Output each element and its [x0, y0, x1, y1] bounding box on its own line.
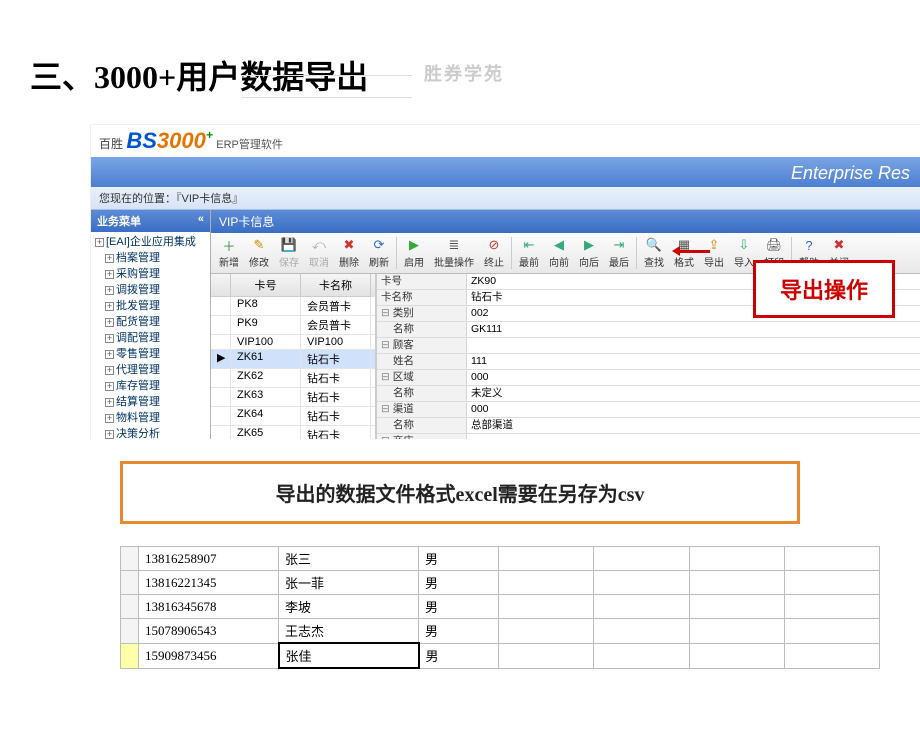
del-icon: ✖ [341, 237, 357, 253]
help-icon: ? [801, 237, 817, 253]
stop-button[interactable]: ⊘终止 [480, 235, 508, 271]
close-icon: ✖ [831, 237, 847, 253]
col-card-name[interactable]: 卡名称 [301, 274, 371, 297]
edit-icon: ✎ [251, 237, 267, 253]
content-title: VIP卡信息 [211, 210, 920, 233]
batch-icon: ≣ [446, 237, 462, 253]
table-row[interactable]: PK8会员普卡 [211, 297, 375, 316]
prev-icon: ◀ [551, 237, 567, 253]
note-box: 导出的数据文件格式excel需要在另存为csv [120, 461, 800, 524]
sidebar-item[interactable]: +配货管理 [93, 314, 210, 330]
sidebar-item[interactable]: +采购管理 [93, 266, 210, 282]
sidebar-item[interactable]: +库存管理 [93, 378, 210, 394]
sidebar-item[interactable]: +代理管理 [93, 362, 210, 378]
table-row[interactable]: PK9会员普卡 [211, 316, 375, 335]
property-row[interactable]: 名称未定义 [377, 386, 920, 402]
logo-prefix: 百胜 [99, 137, 123, 151]
logo-row: 百胜 BS3000+ ERP管理软件 [91, 125, 920, 157]
csv-row: 15909873456张佳男 [121, 643, 880, 668]
enable-button[interactable]: ▶启用 [400, 235, 428, 271]
property-row[interactable]: 渠道000 [377, 402, 920, 418]
sidebar-item[interactable]: +结算管理 [93, 394, 210, 410]
csv-row: 13816221345张一菲男 [121, 571, 880, 595]
col-card-no[interactable]: 卡号 [231, 274, 301, 297]
add-button[interactable]: ＋新增 [215, 235, 243, 271]
csv-row: 13816258907张三男 [121, 547, 880, 571]
sidebar-item[interactable]: +调配管理 [93, 330, 210, 346]
watermark-text: 胜券学苑 [230, 60, 690, 107]
stop-icon: ⊘ [486, 237, 502, 253]
add-icon: ＋ [221, 237, 237, 253]
property-row[interactable]: 名称总部渠道 [377, 418, 920, 434]
format-button[interactable]: ▦格式 [670, 235, 698, 271]
cancel-button: ⤺取消 [305, 235, 333, 271]
last-button[interactable]: ⇥最后 [605, 235, 633, 271]
table-row[interactable]: ZK63钻石卡 [211, 388, 375, 407]
sidebar-collapse-icon[interactable]: « [198, 213, 204, 229]
logo-subtitle: ERP管理软件 [216, 139, 283, 151]
sidebar-menu: +[EAI]企业应用集成+档案管理+采购管理+调拨管理+批发管理+配货管理+调配… [91, 232, 210, 439]
erp-screenshot: 百胜 BS3000+ ERP管理软件 Enterprise Res 您现在的位置… [90, 124, 920, 439]
import-icon: ⇩ [736, 237, 752, 253]
enterprise-text: Enterprise Res [791, 163, 910, 184]
first-icon: ⇤ [521, 237, 537, 253]
export-icon: ⇪ [706, 237, 722, 253]
table-row[interactable]: ZK62钻石卡 [211, 369, 375, 388]
enable-icon: ▶ [406, 237, 422, 253]
sidebar-item[interactable]: +[EAI]企业应用集成 [93, 234, 210, 250]
del-button[interactable]: ✖删除 [335, 235, 363, 271]
breadcrumb: 您现在的位置：『VIP卡信息』 [91, 187, 920, 210]
find-icon: 🔍 [646, 237, 662, 253]
table-row[interactable]: ZK65钻石卡 [211, 426, 375, 439]
next-icon: ▶ [581, 237, 597, 253]
last-icon: ⇥ [611, 237, 627, 253]
property-row[interactable]: 商店 [377, 434, 920, 439]
refresh-icon: ⟳ [371, 237, 387, 253]
batch-button[interactable]: ≣批量操作 [430, 235, 478, 271]
export-button[interactable]: ⇪导出 [700, 235, 728, 271]
sidebar-item[interactable]: +决策分析 [93, 426, 210, 439]
table-row[interactable]: VIP100VIP100 [211, 335, 375, 350]
sidebar-header[interactable]: 业务菜单 « [91, 210, 210, 232]
sidebar-item[interactable]: +物料管理 [93, 410, 210, 426]
logo-bs3000: BS3000+ [126, 137, 213, 151]
save-button: 💾保存 [275, 235, 303, 271]
first-button[interactable]: ⇤最前 [515, 235, 543, 271]
csv-row: 15078906543王志杰男 [121, 619, 880, 644]
cancel-icon: ⤺ [311, 237, 327, 253]
csv-preview-table: 13816258907张三男13816221345张一菲男13816345678… [120, 546, 880, 669]
save-icon: 💾 [281, 237, 297, 253]
sidebar-item[interactable]: +零售管理 [93, 346, 210, 362]
find-button[interactable]: 🔍查找 [640, 235, 668, 271]
format-icon: ▦ [676, 237, 692, 253]
table-row[interactable]: ▶ZK61钻石卡 [211, 350, 375, 369]
sidebar: 业务菜单 « +[EAI]企业应用集成+档案管理+采购管理+调拨管理+批发管理+… [91, 210, 211, 439]
prev-button[interactable]: ◀向前 [545, 235, 573, 271]
sidebar-item[interactable]: +档案管理 [93, 250, 210, 266]
csv-row: 13816345678李坡男 [121, 595, 880, 619]
print-icon: 🖨 [766, 237, 782, 253]
edit-button[interactable]: ✎修改 [245, 235, 273, 271]
next-button[interactable]: ▶向后 [575, 235, 603, 271]
sidebar-item[interactable]: +批发管理 [93, 298, 210, 314]
content-pane: VIP卡信息 ＋新增✎修改💾保存⤺取消✖删除⟳刷新▶启用≣批量操作⊘终止⇤最前◀… [211, 210, 920, 439]
card-list-grid[interactable]: 卡号 卡名称 PK8会员普卡PK9会员普卡VIP100VIP100▶ZK61钻石… [211, 274, 376, 439]
property-row[interactable]: 区域000 [377, 370, 920, 386]
property-row[interactable]: 顾客 [377, 338, 920, 354]
table-row[interactable]: ZK64钻石卡 [211, 407, 375, 426]
sidebar-item[interactable]: +调拨管理 [93, 282, 210, 298]
refresh-button[interactable]: ⟳刷新 [365, 235, 393, 271]
property-row[interactable]: 名称GK111 [377, 322, 920, 338]
property-row[interactable]: 姓名111 [377, 354, 920, 370]
header-bar: Enterprise Res [91, 157, 920, 187]
callout-export: 导出操作 [753, 260, 895, 318]
